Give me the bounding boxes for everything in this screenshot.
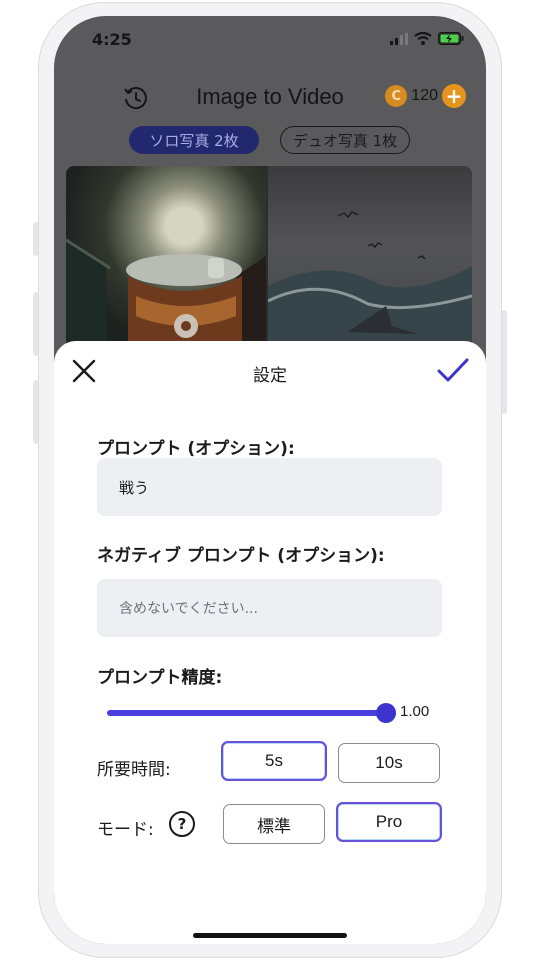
tab-solo-photos[interactable]: ソロ写真 2枚: [129, 126, 259, 154]
coin-balance: C 120 +: [385, 84, 466, 108]
home-indicator[interactable]: [193, 933, 347, 938]
mode-label: モード:: [97, 820, 154, 840]
phone-screen: 4:25 Image to Video C 120 + ソロ写真 2枚 デュオ写…: [54, 16, 486, 944]
precision-slider-track[interactable]: [107, 710, 385, 716]
mode-standard-button[interactable]: 標準: [223, 804, 325, 844]
duration-5s-button[interactable]: 5s: [221, 741, 327, 781]
tab-duo-photo[interactable]: デュオ写真 1枚: [280, 126, 410, 154]
negative-prompt-label: ネガティブ プロンプト (オプション):: [97, 546, 385, 566]
selected-images: [66, 166, 472, 366]
settings-sheet: 設定 プロンプト (オプション): 戦う ネガティブ プロンプト (オプション)…: [54, 341, 486, 944]
prompt-label: プロンプト (オプション):: [97, 439, 295, 459]
prompt-value: 戦う: [119, 478, 150, 497]
precision-value: 1.00: [400, 703, 430, 720]
photo-thumbnail-2[interactable]: [267, 166, 472, 366]
app-header: Image to Video C 120 +: [54, 78, 486, 118]
duration-10s-button[interactable]: 10s: [338, 743, 440, 783]
prompt-input[interactable]: 戦う: [97, 458, 442, 516]
sheet-title: 設定: [253, 366, 287, 386]
add-coins-button[interactable]: +: [442, 84, 466, 108]
help-icon[interactable]: ?: [169, 811, 195, 837]
photo-thumbnail-1[interactable]: [66, 166, 266, 366]
coin-count: 120: [411, 87, 438, 104]
photo-2-illustration: [267, 211, 472, 366]
confirm-check-icon[interactable]: [436, 357, 470, 385]
precision-slider-thumb[interactable]: [376, 703, 396, 723]
status-icons: [390, 32, 464, 45]
photo-1-illustration: [66, 236, 266, 366]
coin-icon: C: [385, 85, 408, 107]
status-bar: 4:25: [54, 16, 486, 66]
negative-prompt-input[interactable]: 含めないでください...: [97, 579, 442, 637]
negative-prompt-placeholder: 含めないでください...: [119, 601, 258, 617]
mode-pro-button[interactable]: Pro: [336, 802, 442, 842]
battery-charging-icon: [438, 32, 464, 45]
photo-mode-tabs: ソロ写真 2枚 デュオ写真 1枚: [54, 126, 486, 156]
precision-label: プロンプト精度:: [97, 668, 223, 688]
wifi-icon: [414, 32, 432, 45]
duration-label: 所要時間:: [97, 760, 171, 780]
cellular-signal-icon: [390, 32, 408, 45]
status-time: 4:25: [92, 30, 132, 49]
